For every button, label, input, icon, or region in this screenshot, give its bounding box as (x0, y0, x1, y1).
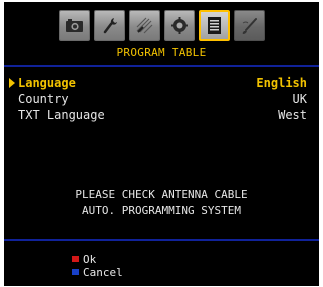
bottom-divider (4, 239, 319, 241)
menu-row-txt-language[interactable]: TXT Language West (18, 107, 307, 123)
menu-row-language[interactable]: Language English (9, 75, 307, 91)
row-label: Language (18, 76, 76, 90)
row-value: West (278, 108, 307, 122)
camera-icon (65, 19, 83, 32)
legend-ok-label: Ok (83, 253, 97, 266)
top-divider (4, 65, 319, 67)
gear-icon (170, 17, 188, 34)
legend-cancel-label: Cancel (83, 266, 123, 279)
program-table-icon (207, 17, 221, 34)
tab-setup[interactable] (163, 10, 195, 41)
auto-programming-label: AUTO. PROGRAMMING SYSTEM (82, 204, 241, 217)
selection-arrow-icon (9, 78, 15, 88)
row-label: TXT Language (18, 108, 105, 122)
tab-feature[interactable] (128, 10, 160, 41)
row-value: UK (292, 92, 307, 106)
tab-sound[interactable] (93, 10, 125, 41)
menu-icon-bar (4, 10, 319, 41)
osd-menu-panel: PROGRAM TABLE Language English Country U… (4, 2, 319, 286)
row-value: English (256, 76, 307, 90)
picture-settings-icon (136, 17, 152, 34)
paintbrush-icon (242, 18, 257, 34)
wrench-icon (103, 18, 117, 34)
row-label: Country (18, 92, 69, 106)
menu-row-country[interactable]: Country UK (18, 91, 307, 107)
tab-program-table[interactable] (198, 10, 230, 41)
menu-title: PROGRAM TABLE (116, 46, 207, 59)
tab-install[interactable] (233, 10, 265, 41)
antenna-warning: PLEASE CHECK ANTENNA CABLE (75, 188, 248, 201)
tab-picture[interactable] (58, 10, 90, 41)
blue-key-icon (72, 269, 79, 275)
red-key-icon (72, 256, 79, 262)
